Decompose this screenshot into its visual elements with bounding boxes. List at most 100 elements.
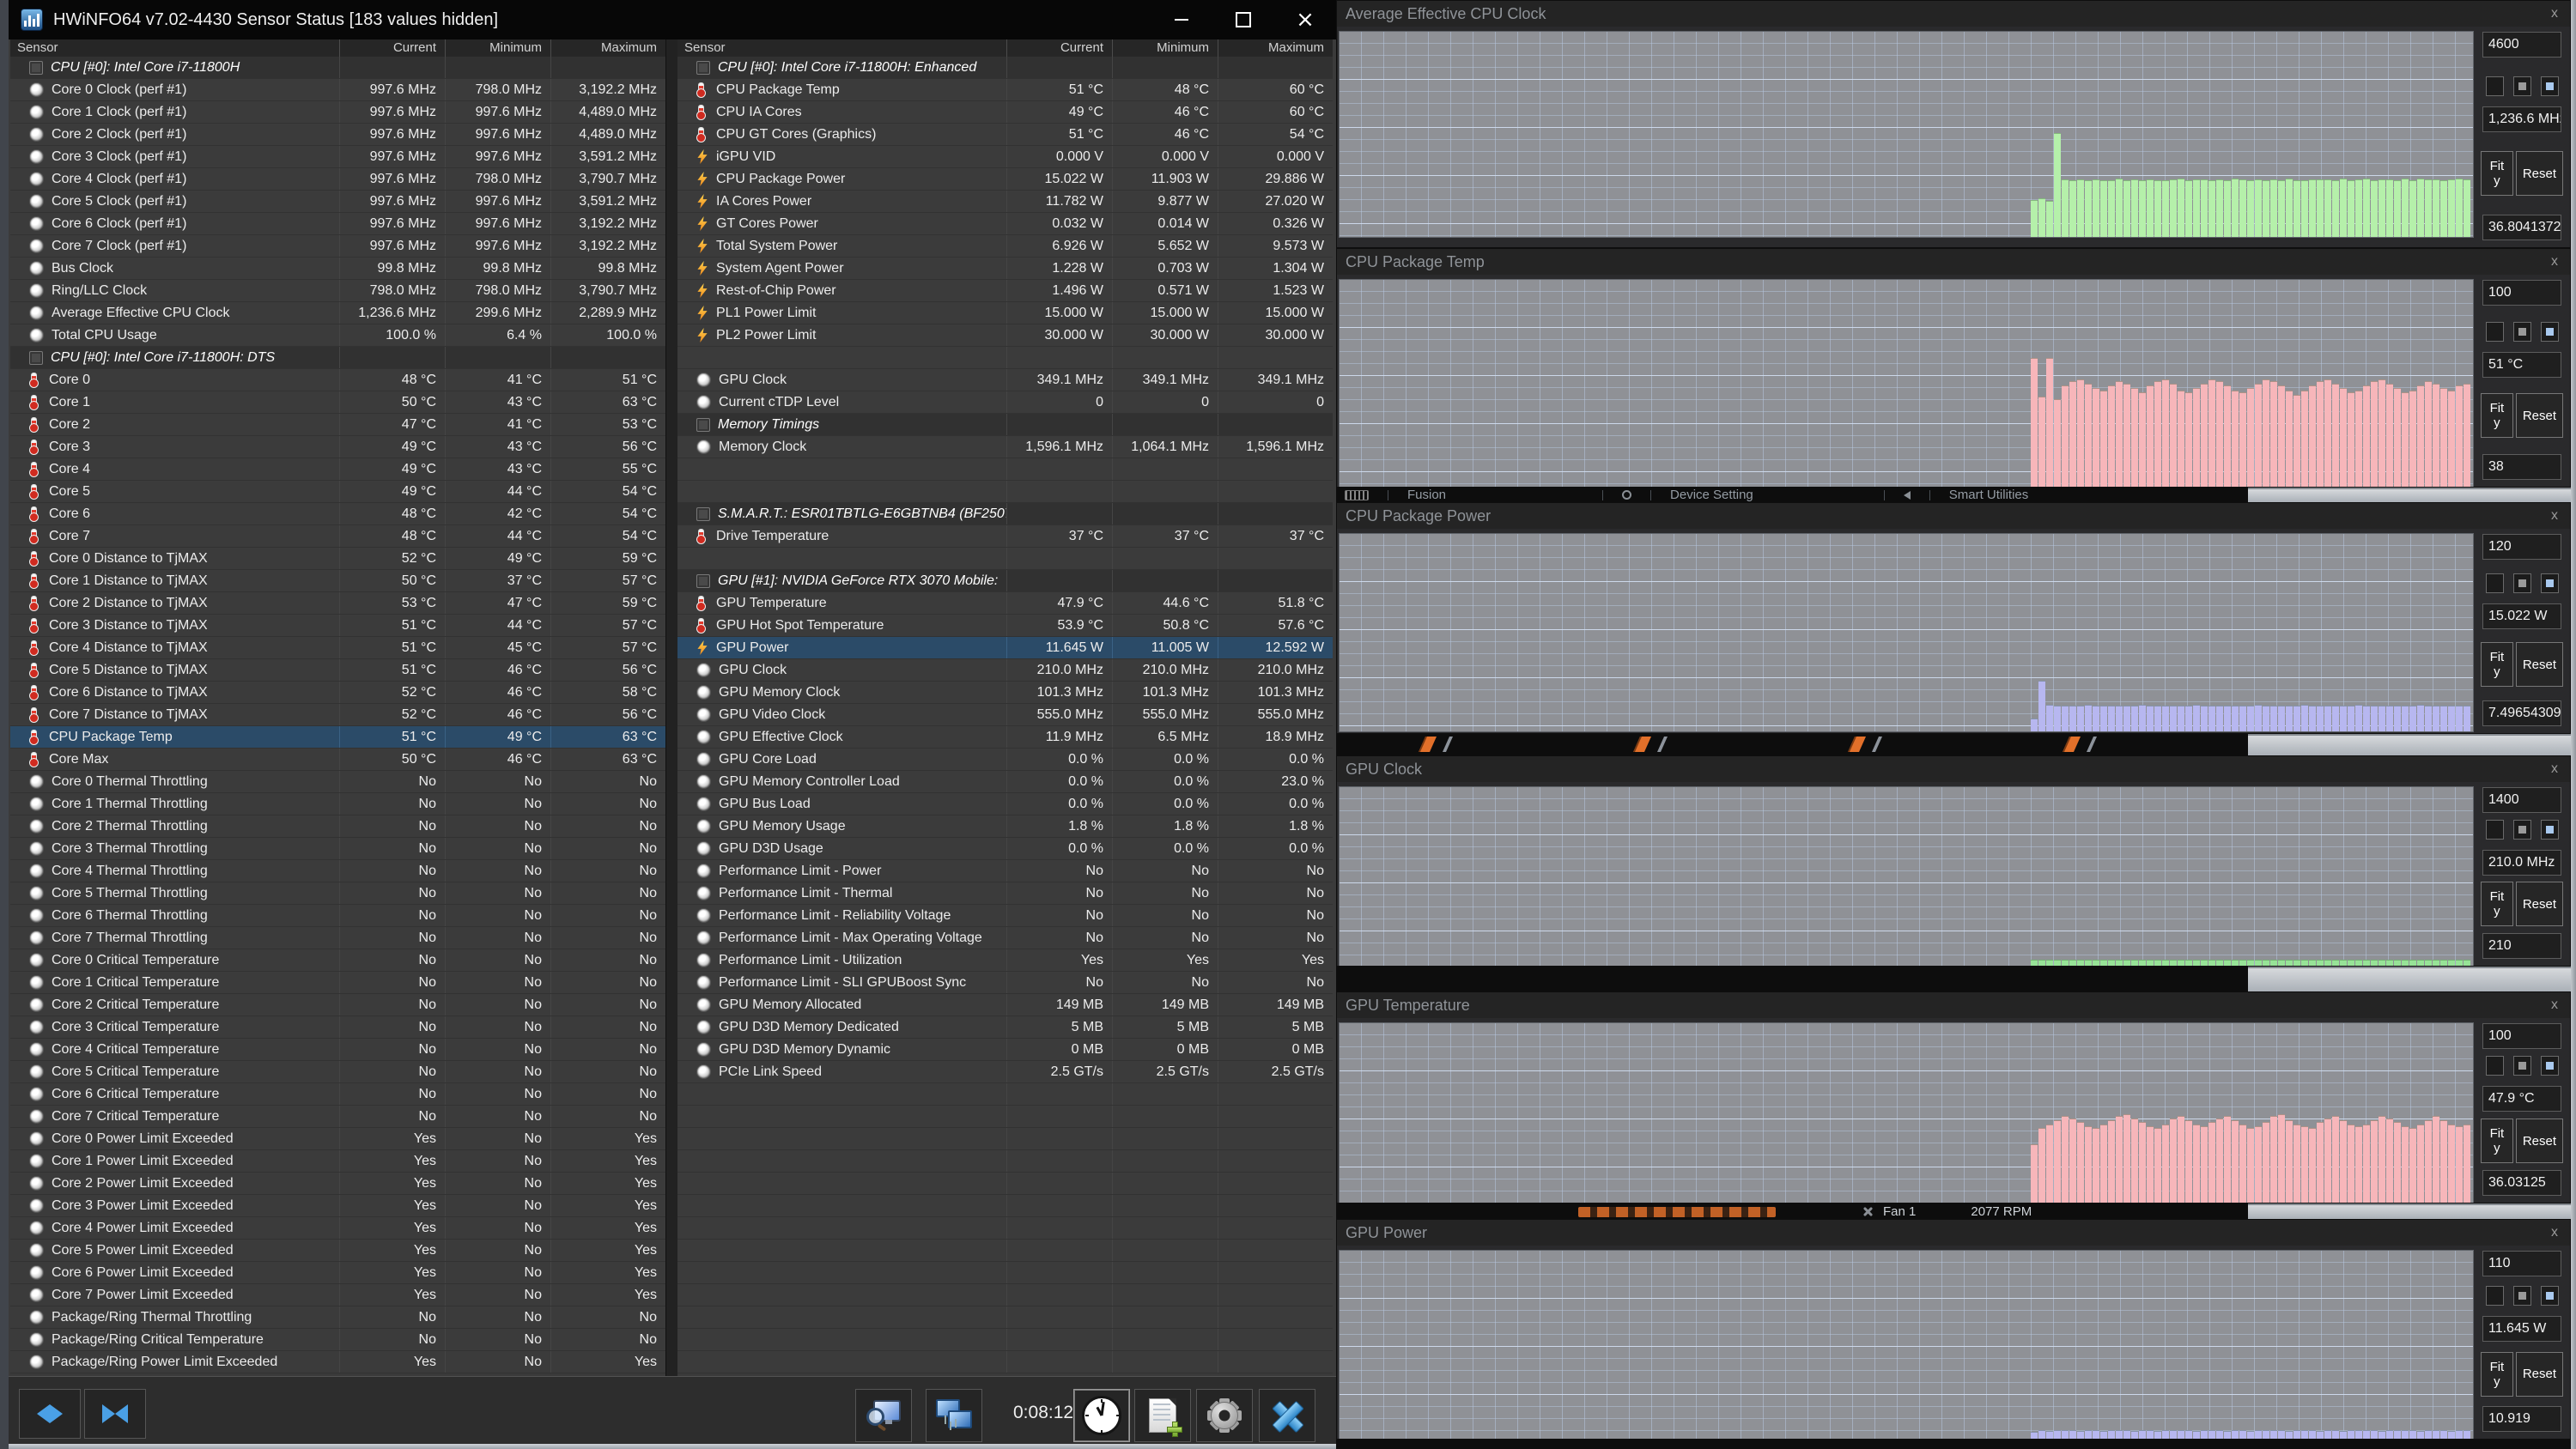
sensor-row[interactable]: Core 5 Distance to TjMAX 51 °C 46 °C 56 °C	[10, 659, 665, 682]
sensor-row[interactable]: Core 3 Critical Temperature No No No	[10, 1016, 665, 1039]
sensor-row[interactable]: Core 4 Clock (perf #1) 997.6 MHz 798.0 MHz…	[10, 168, 665, 191]
sensor-row[interactable]: System Agent Power 1.228 W 0.703 W 1.304 W	[677, 258, 1333, 280]
sensor-row[interactable]: Core 0 Thermal Throttling No No No	[10, 771, 665, 793]
sensor-row[interactable]: GPU Clock 210.0 MHz 210.0 MHz 210.0 MHz	[677, 659, 1333, 682]
close-icon[interactable]: x	[2551, 1225, 2558, 1240]
scale-option-button[interactable]	[2512, 1286, 2531, 1307]
sensor-row[interactable]: Core 1 Distance to TjMAX 50 °C 37 °C 57 °C	[10, 570, 665, 592]
sensor-row[interactable]: Core 5 Critical Temperature No No No	[10, 1061, 665, 1083]
sensor-row[interactable]: Performance Limit - Utilization Yes Yes Yes	[677, 949, 1333, 972]
scale-option-button[interactable]	[2540, 76, 2559, 96]
close-icon[interactable]: x	[2551, 6, 2558, 21]
sensor-row[interactable]: PL2 Power Limit 30.000 W 30.000 W 30.000 W	[677, 324, 1333, 347]
sensor-row[interactable]: Performance Limit - Power No No No	[677, 860, 1333, 882]
sensor-row[interactable]: Core 0 Critical Temperature No No No	[10, 949, 665, 972]
sensor-row[interactable]: Core Max 50 °C 46 °C 63 °C	[10, 749, 665, 771]
reset-button[interactable]: Reset	[2515, 642, 2563, 688]
sensor-row[interactable]: Total System Power 6.926 W 5.652 W 9.573 W	[677, 235, 1333, 258]
sensor-row[interactable]: Core 6 48 °C 42 °C 54 °C	[10, 503, 665, 525]
reset-button[interactable]: Reset	[2515, 882, 2563, 927]
sensor-row[interactable]: Performance Limit - Reliability Voltage N…	[677, 905, 1333, 927]
reset-button[interactable]: Reset	[2515, 151, 2563, 196]
sensor-row[interactable]: Core 2 Power Limit Exceeded Yes No Yes	[10, 1173, 665, 1195]
sensor-row[interactable]: Core 2 47 °C 41 °C 53 °C	[10, 414, 665, 436]
sensor-row[interactable]: Core 0 Distance to TjMAX 52 °C 49 °C 59 °C	[10, 548, 665, 570]
sensor-row[interactable]: Rest-of-Chip Power 1.496 W 0.571 W 1.523 W	[677, 280, 1333, 302]
sensor-row[interactable]: Core 1 Critical Temperature No No No	[10, 972, 665, 994]
sensor-section-row[interactable]: S.M.A.R.T.: ESR01TBTLG-E6GBTNB4 (BF25071…	[677, 503, 1333, 525]
sensor-row[interactable]: Drive Temperature 37 °C 37 °C 37 °C	[677, 525, 1333, 548]
graph-title-bar[interactable]: GPU Clock x	[1337, 756, 2570, 782]
sensor-row[interactable]: Package/Ring Thermal Throttling No No No	[10, 1307, 665, 1329]
exit-button[interactable]	[1259, 1389, 1315, 1442]
sensor-row[interactable]: GPU Bus Load 0.0 % 0.0 % 0.0 %	[677, 793, 1333, 815]
close-icon[interactable]: x	[2551, 997, 2558, 1013]
graph-title-bar[interactable]: GPU Temperature x	[1337, 992, 2570, 1018]
sensor-row[interactable]: Core 4 Critical Temperature No No No	[10, 1039, 665, 1061]
fit-y-button[interactable]: Fit y	[2481, 1351, 2513, 1397]
minimize-button[interactable]	[1151, 0, 1212, 39]
sensor-row[interactable]: GT Cores Power 0.032 W 0.014 W 0.326 W	[677, 213, 1333, 235]
scale-option-button[interactable]	[2540, 321, 2559, 342]
tab-fusion[interactable]: Fusion	[1345, 488, 1446, 502]
logging-clock-button[interactable]	[1073, 1389, 1130, 1442]
close-button[interactable]: ×	[1274, 0, 1336, 39]
reset-button[interactable]: Reset	[2515, 1351, 2563, 1397]
graph-title-bar[interactable]: CPU Package Temp x	[1337, 249, 2570, 275]
sensor-row[interactable]: PL1 Power Limit 15.000 W 15.000 W 15.000 W	[677, 302, 1333, 324]
sensor-row[interactable]: Core 6 Thermal Throttling No No No	[10, 905, 665, 927]
expand-columns-button[interactable]	[19, 1389, 81, 1439]
sensor-row[interactable]: Core 3 Power Limit Exceeded Yes No Yes	[10, 1195, 665, 1217]
scale-option-button[interactable]	[2540, 1056, 2559, 1076]
sensor-row[interactable]: Core 4 Thermal Throttling No No No	[10, 860, 665, 882]
sensor-row[interactable]: GPU Video Clock 555.0 MHz 555.0 MHz 555.0 M…	[677, 704, 1333, 726]
sensor-row[interactable]: Core 7 Distance to TjMAX 52 °C 46 °C 56 °C	[10, 704, 665, 726]
sensor-row[interactable]: Core 5 Power Limit Exceeded Yes No Yes	[10, 1240, 665, 1262]
col-minimum[interactable]: Minimum	[1112, 39, 1218, 57]
sensor-row[interactable]: CPU Package Power 15.022 W 11.903 W 29.886 …	[677, 168, 1333, 191]
sensor-row[interactable]: Total CPU Usage 100.0 % 6.4 % 100.0 %	[10, 324, 665, 347]
sensor-section-row[interactable]: CPU [#0]: Intel Core i7-11800H	[10, 57, 665, 79]
sensor-row[interactable]: Average Effective CPU Clock 1,236.6 MHz 29…	[10, 302, 665, 324]
sensor-row[interactable]: Core 0 Power Limit Exceeded Yes No Yes	[10, 1128, 665, 1150]
sensor-row[interactable]: Core 7 Power Limit Exceeded Yes No Yes	[10, 1284, 665, 1307]
collapse-columns-button[interactable]	[84, 1389, 146, 1439]
col-current[interactable]: Current	[339, 39, 445, 57]
sensor-row[interactable]: GPU Memory Clock 101.3 MHz 101.3 MHz 101.3 …	[677, 682, 1333, 704]
close-icon[interactable]: x	[2551, 254, 2558, 270]
sensor-row[interactable]: Core 3 Thermal Throttling No No No	[10, 838, 665, 860]
col-current[interactable]: Current	[1006, 39, 1112, 57]
scale-option-button[interactable]	[2512, 76, 2531, 96]
sensor-row[interactable]: Core 3 Clock (perf #1) 997.6 MHz 997.6 MHz…	[10, 146, 665, 168]
sensor-row[interactable]: Core 7 Clock (perf #1) 997.6 MHz 997.6 MHz…	[10, 235, 665, 258]
sensor-row[interactable]: GPU Memory Allocated 149 MB 149 MB 149 MB	[677, 994, 1333, 1016]
sensor-row[interactable]: GPU Clock 349.1 MHz 349.1 MHz 349.1 MHz	[677, 369, 1333, 391]
sensor-row[interactable]: Core 1 50 °C 43 °C 63 °C	[10, 391, 665, 414]
sensor-row[interactable]: Core 1 Thermal Throttling No No No	[10, 793, 665, 815]
sensor-row[interactable]: Package/Ring Critical Temperature No No No	[10, 1329, 665, 1351]
sensor-row[interactable]: IA Cores Power 11.782 W 9.877 W 27.020 W	[677, 191, 1333, 213]
sensor-row[interactable]: Package/Ring Power Limit Exceeded Yes No Ye…	[10, 1351, 665, 1373]
sensor-row[interactable]: CPU IA Cores 49 °C 46 °C 60 °C	[677, 101, 1333, 124]
sensor-row[interactable]: Core 6 Power Limit Exceeded Yes No Yes	[10, 1262, 665, 1284]
sensor-row[interactable]: GPU Power 11.645 W 11.005 W 12.592 W	[677, 637, 1333, 659]
graph-title-bar[interactable]: GPU Power x	[1337, 1220, 2570, 1246]
scale-option-button[interactable]	[2540, 573, 2559, 593]
report-button[interactable]	[1134, 1389, 1191, 1442]
sensor-row[interactable]: CPU Package Temp 51 °C 48 °C 60 °C	[677, 79, 1333, 101]
scale-option-button[interactable]	[2512, 819, 2531, 840]
sensor-section-row[interactable]: GPU [#1]: NVIDIA GeForce RTX 3070 Mobile…	[677, 570, 1333, 592]
sensor-row[interactable]: Core 7 Thermal Throttling No No No	[10, 927, 665, 949]
sensor-row[interactable]: Core 7 Critical Temperature No No No	[10, 1106, 665, 1128]
scale-option-button[interactable]	[2512, 321, 2531, 342]
sensor-row[interactable]: Core 2 Clock (perf #1) 997.6 MHz 997.6 MHz…	[10, 124, 665, 146]
scale-option-button[interactable]	[2512, 1056, 2531, 1076]
sensor-row[interactable]: Performance Limit - SLI GPUBoost Sync No N…	[677, 972, 1333, 994]
sensor-row[interactable]: PCIe Link Speed 2.5 GT/s 2.5 GT/s 2.5 GT/s	[677, 1061, 1333, 1083]
col-sensor[interactable]: Sensor	[10, 39, 339, 57]
sensor-section-row[interactable]: CPU [#0]: Intel Core i7-11800H: Enhanced	[677, 57, 1333, 79]
sensor-row[interactable]: Core 6 Distance to TjMAX 52 °C 46 °C 58 °C	[10, 682, 665, 704]
sensor-row[interactable]: Current cTDP Level 0 0 0	[677, 391, 1333, 414]
close-icon[interactable]: x	[2551, 761, 2558, 777]
sensor-row[interactable]: Core 7 48 °C 44 °C 54 °C	[10, 525, 665, 548]
